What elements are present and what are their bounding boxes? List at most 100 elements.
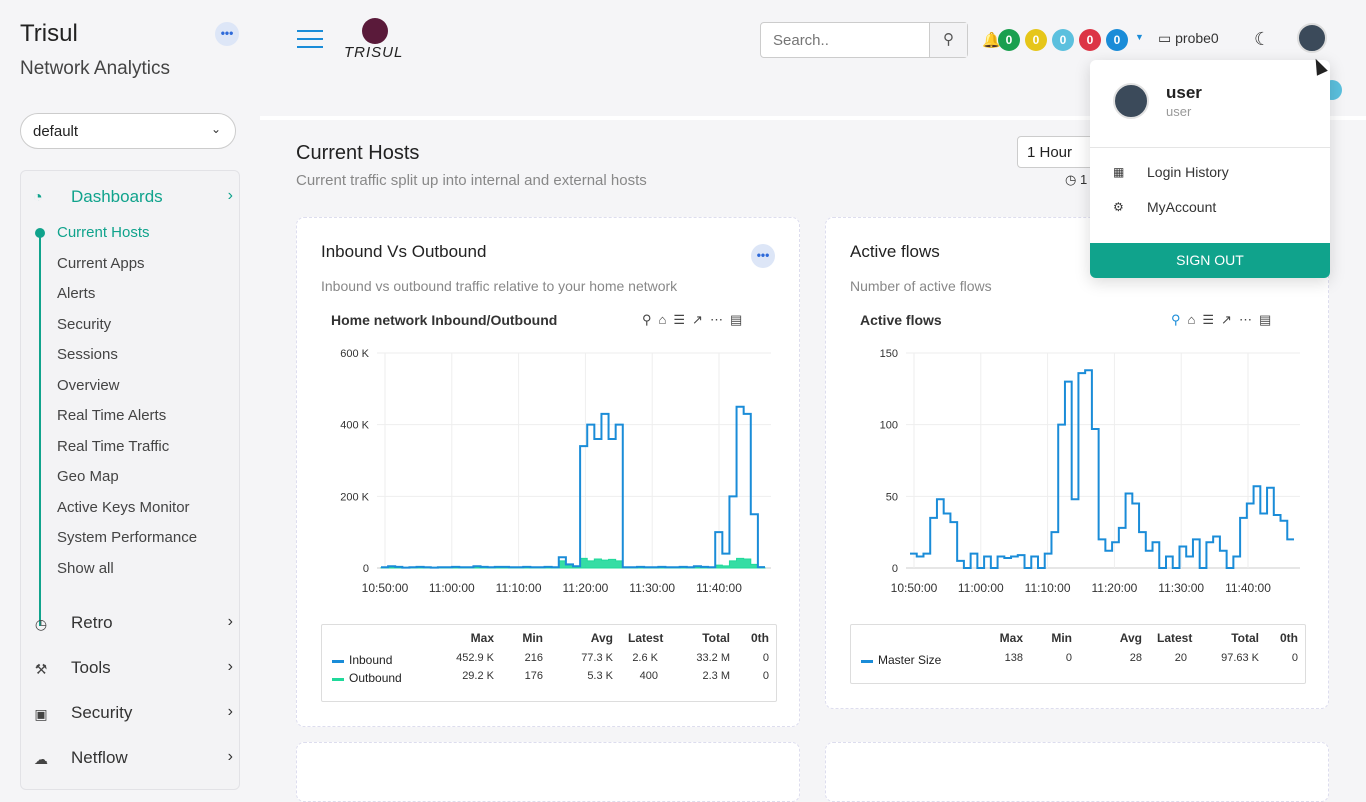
chart-line-icon[interactable]: ↗ (1221, 312, 1239, 327)
sidebar-item-label: Dashboards (71, 187, 163, 206)
user-name: user (1166, 83, 1202, 102)
wrench-icon: ⚒ (34, 661, 48, 677)
brand-title: Trisul (20, 20, 78, 47)
legend-series-name[interactable]: Master Size (878, 653, 941, 667)
last-updated: ◷ 1 (1065, 172, 1087, 188)
search-input[interactable] (761, 23, 931, 57)
sidebar-item-geo-map[interactable]: Geo Map (57, 468, 119, 485)
sidebar-item-real-time-alerts[interactable]: Real Time Alerts (57, 407, 166, 424)
x-tick-label: 10:50:00 (891, 581, 938, 595)
alert-count-red[interactable]: 0 (1079, 29, 1101, 51)
legend-series-name[interactable]: Inbound (349, 653, 392, 667)
x-tick-label: 10:50:00 (362, 581, 409, 595)
card-subtitle: Inbound vs outbound traffic relative to … (321, 278, 678, 294)
x-tick-label: 11:30:00 (629, 581, 675, 595)
chart-inbound-outbound: 0 200 K 400 K 600 K 10:50:00 11:00:00 11:10:00… (340, 348, 771, 595)
sidebar-item-dashboards[interactable]: ◔ Dashboards › (33, 187, 233, 211)
chevron-right-icon: › (227, 748, 233, 765)
legend-header: Avg (590, 631, 613, 645)
clock-text: 1 (1079, 172, 1088, 187)
card-active-flows: Active flows Number of active flows Acti… (825, 217, 1329, 709)
y-tick-label: 0 (892, 563, 898, 575)
clock-icon: ◷ (34, 616, 48, 632)
sidebar-item-alerts[interactable]: Alerts (57, 285, 95, 302)
y-tick-label: 100 (880, 420, 898, 432)
legend-header: Avg (1119, 631, 1142, 645)
search-button[interactable]: ⚲ (929, 23, 967, 57)
y-tick-label: 0 (363, 563, 369, 575)
sidebar-item-active-keys-monitor[interactable]: Active Keys Monitor (57, 499, 190, 516)
pdf-icon[interactable]: ▤ (730, 312, 749, 327)
menu-item-login-history[interactable]: Login History (1147, 164, 1229, 180)
alert-count-cyan[interactable]: 0 (1052, 29, 1074, 51)
sidebar-item-security[interactable]: Security (57, 316, 111, 333)
legend-header: Min (522, 631, 543, 645)
sidebar-item-current-apps[interactable]: Current Apps (57, 255, 145, 272)
chart-toolbar: ⚲⌂☰↗⋯▤ (642, 312, 749, 328)
legend-value: 0 (1291, 652, 1298, 664)
user-avatar[interactable] (1297, 23, 1327, 53)
sidebar-item-show-all[interactable]: Show all (57, 560, 114, 577)
chart-legend: Max Min Avg Latest Total 0th Inbound 452.9 K 216… (321, 624, 777, 702)
alert-count-blue[interactable]: 0 (1106, 29, 1128, 51)
sidebar-item-system-performance[interactable]: System Performance (57, 529, 197, 546)
legend-header: 0th (1280, 631, 1298, 645)
zoom-icon[interactable]: ⚲ (642, 312, 659, 327)
sign-out-button[interactable]: SIGN OUT (1090, 243, 1330, 278)
sidebar-item-overview[interactable]: Overview (57, 377, 120, 394)
chart-line-icon[interactable]: ↗ (692, 312, 710, 327)
alert-count-yellow[interactable]: 0 (1025, 29, 1047, 51)
menu-item-my-account[interactable]: MyAccount (1147, 199, 1216, 215)
sidebar-item-netflow[interactable]: ☁ Netflow › (33, 748, 233, 772)
page-title: Current Hosts (296, 142, 420, 164)
brand-subtitle: Network Analytics (20, 58, 170, 79)
sidebar-item-tools[interactable]: ⚒ Tools › (33, 658, 233, 682)
chart-legend: Max Min Avg Latest Total 0th Master Size 138 0 28… (850, 624, 1306, 684)
context-select[interactable]: default ⌄ (20, 113, 236, 149)
legend-header: Total (702, 631, 730, 645)
caret-down-icon[interactable]: ▼ (1135, 32, 1144, 42)
alert-count-green[interactable]: 0 (998, 29, 1020, 51)
home-icon[interactable]: ⌂ (1188, 312, 1203, 327)
time-range-select[interactable]: 1 Hour (1017, 136, 1097, 168)
sidebar-item-real-time-traffic[interactable]: Real Time Traffic (57, 438, 169, 455)
sidebar-item-current-hosts[interactable]: Current Hosts (57, 224, 150, 241)
trisul-logo[interactable]: TRISUL (344, 18, 408, 62)
more-icon[interactable]: ⋯ (1239, 312, 1259, 327)
sidebar-item-sessions[interactable]: Sessions (57, 346, 118, 363)
cloud-icon: ☁ (34, 751, 48, 767)
menu-icon[interactable]: ☰ (1202, 312, 1221, 327)
series-line-inbound (381, 405, 765, 569)
more-options-button[interactable]: ••• (215, 22, 239, 46)
lock-icon: ▣ (34, 706, 48, 722)
divider (1090, 147, 1330, 148)
sidebar-item-label: Security (71, 703, 133, 722)
legend-value: 2.6 K (632, 652, 658, 664)
probe-selector[interactable]: ▭ probe0 (1158, 30, 1219, 47)
legend-value: 20 (1174, 652, 1187, 664)
series-line-master-size (910, 369, 1294, 569)
clock-icon: ◷ (1065, 172, 1077, 187)
sidebar-item-security-group[interactable]: ▣ Security › (33, 703, 233, 727)
zoom-icon[interactable]: ⚲ (1171, 312, 1188, 327)
pdf-icon[interactable]: ▤ (1259, 312, 1278, 327)
legend-header: Max (470, 631, 494, 645)
chart-name: Home network Inbound/Outbound (331, 312, 558, 328)
sidebar-item-retro[interactable]: ◷ Retro › (33, 613, 233, 637)
menu-icon[interactable]: ☰ (673, 312, 692, 327)
legend-value: 0 (762, 670, 769, 682)
moon-icon[interactable]: ☾ (1254, 29, 1270, 50)
more-icon[interactable]: ⋯ (710, 312, 730, 327)
home-icon[interactable]: ⌂ (659, 312, 674, 327)
x-tick-label: 11:10:00 (1025, 581, 1071, 595)
legend-series-name[interactable]: Outbound (349, 671, 402, 685)
sidebar-nav: ◔ Dashboards › Current Hosts Current App… (20, 170, 240, 790)
chart-active-flows: 0 50 100 150 10:50:00 11:00:00 11:10:00 11:20:0… (880, 348, 1300, 595)
legend-swatch (861, 660, 873, 663)
logo-text: TRISUL (344, 44, 404, 61)
submenu-line (39, 231, 41, 626)
hamburger-menu-icon[interactable] (297, 30, 323, 48)
card-more-button[interactable]: ••• (751, 244, 775, 268)
legend-value: 0 (762, 652, 769, 664)
user-dropdown: user user ▦ Login History ⚙ MyAccount SI… (1090, 60, 1330, 278)
